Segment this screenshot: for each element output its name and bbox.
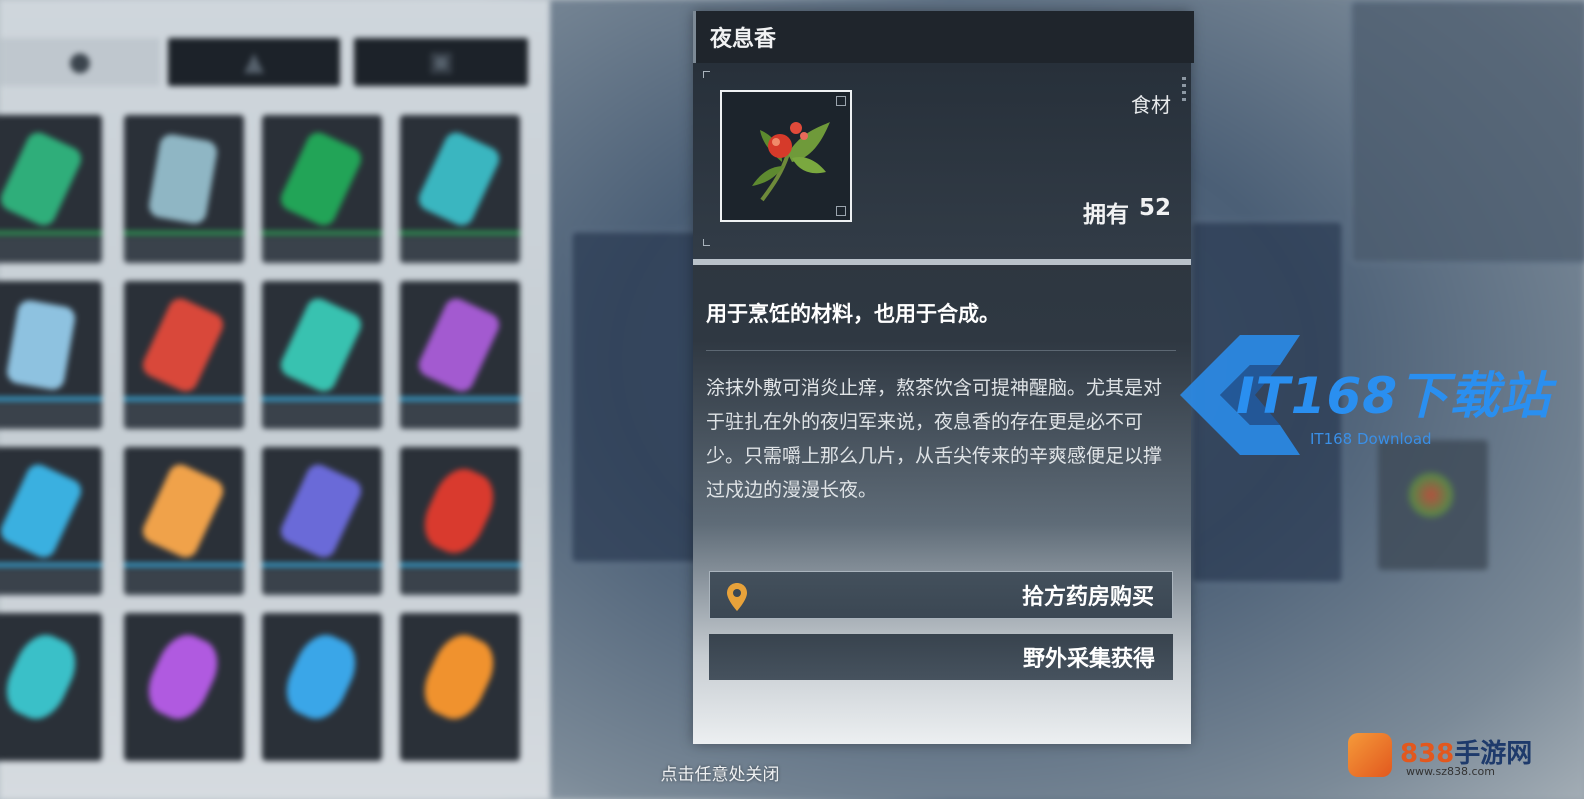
it168-text: IT168下载站 [1236,367,1552,425]
scroll-indicator [1182,77,1186,103]
item-description: 涂抹外敷可消炎止痒，熬茶饮含可提神醒脑。尤其是对于驻扎在外的夜归军来说，夜息香的… [706,377,1163,501]
source-label: 拾方药房购买 [1021,585,1154,610]
inventory-slot[interactable] [0,115,102,263]
summary-divider [706,350,1176,351]
inventory-slot[interactable] [262,115,382,263]
inventory-slot[interactable] [400,447,520,595]
inventory-slot[interactable] [400,613,520,761]
close-hint[interactable]: 点击任意处关闭 [0,760,1584,785]
background-screen [1350,0,1584,264]
location-pin-icon [727,583,747,611]
item-icon-frame [720,90,852,222]
it168-subtext: IT168 Download [1310,430,1432,448]
inventory-slot[interactable] [262,613,382,761]
inventory-slot[interactable] [400,281,520,429]
item-category: 食材 [1131,93,1171,117]
inventory-slot[interactable] [400,115,520,263]
inventory-slot[interactable] [0,281,102,429]
site838-watermark: 838手游网 www.sz838.com [1348,731,1548,781]
inventory-tab[interactable]: ● [0,38,160,86]
owned-value: 52 [1138,195,1171,221]
red-berry-herb-icon [752,122,830,202]
source-button-gather[interactable]: 野外采集获得 [709,634,1173,680]
it168-watermark: IT168下载站 IT168 Download [1180,330,1570,460]
item-detail-card: 夜息香 食材 拥有 52 用于烹饪的材料，也用于合成。 涂抹外敷可消炎止痒，熬茶… [693,11,1194,744]
item-summary: 用于烹饪的材料，也用于合成。 [706,302,1000,326]
owned-label: 拥有 [1082,202,1129,228]
inventory-slot[interactable] [124,281,244,429]
inventory-slot[interactable] [262,281,382,429]
site838-url: www.sz838.com [1406,765,1495,778]
inventory-slot[interactable] [0,447,102,595]
source-button-shop[interactable]: 拾方药房购买 [709,571,1173,619]
card-title-bar: 夜息香 [693,11,1194,63]
item-header: 食材 拥有 52 [693,63,1191,259]
inventory-tab[interactable]: ▲ [168,38,340,86]
inventory-slot[interactable] [124,115,244,263]
corner-tick [703,239,710,246]
header-divider [693,259,1191,265]
inventory-slot[interactable] [124,613,244,761]
site838-logo-icon [1348,733,1392,777]
inventory-panel: ● ▲ ▣ [0,0,550,799]
inventory-slot[interactable] [262,447,382,595]
inventory-slot[interactable] [124,447,244,595]
inventory-slot[interactable] [0,613,102,761]
inventory-tab[interactable]: ▣ [354,38,528,86]
corner-tick [703,71,710,78]
item-name: 夜息香 [710,27,777,52]
inventory-tabs: ● ▲ ▣ [0,38,530,88]
source-label: 野外采集获得 [1022,647,1155,672]
owned-count: 拥有 52 [1083,195,1171,229]
